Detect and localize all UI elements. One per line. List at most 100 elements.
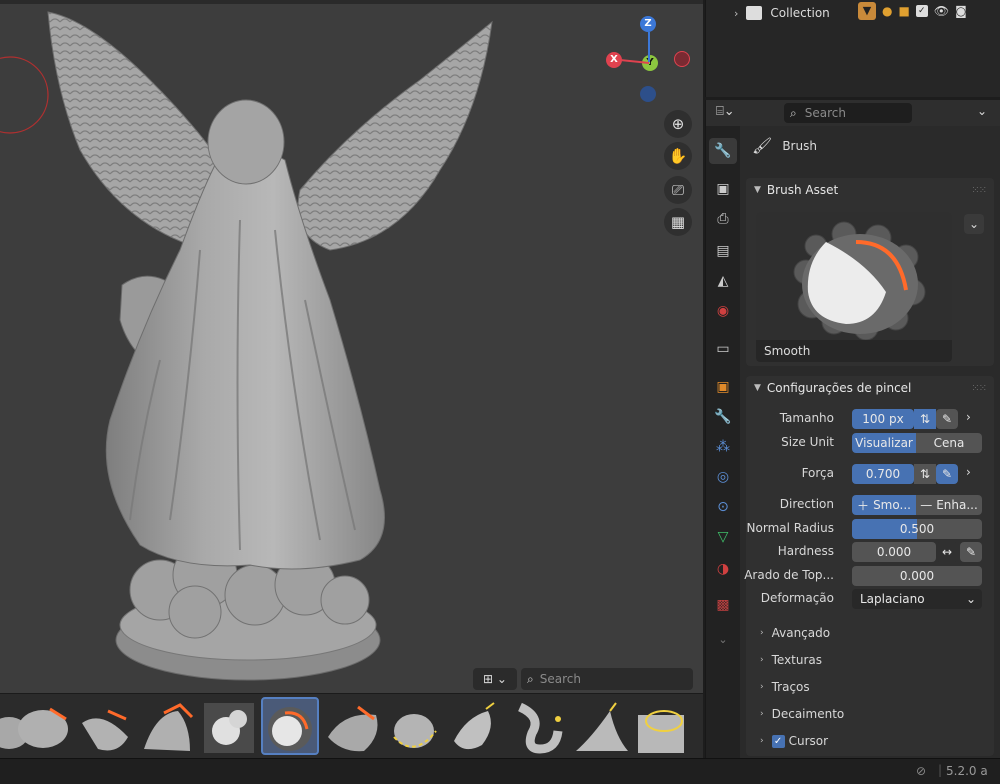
- gizmo-neg-z-axis[interactable]: [640, 86, 656, 102]
- constraints-tab-icon[interactable]: ⊙: [709, 494, 737, 520]
- direction-enhance-option[interactable]: — Enha...: [916, 495, 982, 515]
- drag-handle-icon[interactable]: ⁙⁙: [971, 383, 987, 394]
- brush-thumb-2[interactable]: [14, 697, 72, 755]
- smooth-brush-preview-icon: [756, 212, 952, 341]
- collection-icon: [746, 6, 763, 20]
- forca-label: Força: [801, 466, 834, 480]
- material-tab-icon[interactable]: ◑: [709, 556, 737, 582]
- render-tab-icon[interactable]: ▣: [709, 176, 737, 202]
- arado-field[interactable]: 0.000: [852, 566, 982, 586]
- pen-pressure-icon[interactable]: ✎: [936, 409, 958, 429]
- hand-pan-icon[interactable]: ✋: [664, 142, 692, 170]
- size-unit-label: Size Unit: [781, 435, 834, 449]
- chevron-down-icon[interactable]: ⌄: [964, 214, 984, 234]
- size-unit-scene-option[interactable]: Cena: [916, 433, 982, 453]
- brush-settings-panel-header[interactable]: ▼ Configurações de pincel ⁙⁙: [746, 376, 994, 400]
- brush-section-title: Brush: [782, 138, 817, 153]
- version-label: 5.2.0 a: [946, 764, 988, 778]
- brush-thumb-smooth[interactable]: [261, 697, 319, 755]
- view-layer-tab-icon[interactable]: ▤: [709, 238, 737, 264]
- subpanel-texturas[interactable]: › Texturas: [760, 653, 822, 667]
- camera-view-icon[interactable]: ⎚: [664, 176, 692, 204]
- tamanho-field[interactable]: 100 px: [852, 409, 914, 429]
- properties-editor[interactable]: ⌸⌄ ⌕ Search ⌄ 🔧 ▣ ⎙ ▤ ◭ ◉ ▭ ▣ 🔧 ⁂ ◎ ⊙ ▽ …: [705, 100, 1000, 758]
- pressure-toggle-icon[interactable]: ⇅: [914, 464, 936, 484]
- shelf-display-grid-icon[interactable]: ⊞ ⌄: [473, 668, 517, 690]
- brush-thumb-8[interactable]: [386, 697, 444, 755]
- tool-tab-icon[interactable]: 🔧: [709, 138, 737, 164]
- chevron-right-icon: ›: [760, 736, 764, 746]
- direction-smooth-option[interactable]: ＋ Smo...: [852, 495, 916, 515]
- chevron-down-icon: ▼: [754, 383, 761, 393]
- brush-settings-panel: ▼ Configurações de pincel ⁙⁙ Tamanho 100…: [744, 376, 994, 756]
- chevron-right-icon[interactable]: ›: [734, 7, 738, 20]
- outliner-collection-row[interactable]: › Collection: [734, 4, 830, 22]
- perspective-grid-icon[interactable]: ▦: [664, 208, 692, 236]
- search-icon: ⌕: [790, 105, 797, 120]
- eye-icon[interactable]: 👁: [934, 4, 949, 18]
- data-tab-icon[interactable]: ▽: [709, 524, 737, 550]
- particles-tab-icon[interactable]: ⁂: [709, 434, 737, 460]
- object-tab-icon[interactable]: ▣: [709, 374, 737, 400]
- physics-tab-icon[interactable]: ◎: [709, 464, 737, 490]
- render-camera-icon[interactable]: ◙: [955, 4, 967, 18]
- chevron-right-icon[interactable]: ›: [966, 465, 971, 479]
- outliner-collapse-arrow: [706, 20, 708, 32]
- horizontal-arrows-icon[interactable]: ↔: [936, 542, 958, 562]
- drag-handle-icon[interactable]: ⁙⁙: [971, 185, 987, 196]
- cursor-checkbox[interactable]: ✓: [771, 734, 785, 748]
- brush-asset-shelf[interactable]: [0, 693, 703, 758]
- size-unit-view-option[interactable]: Visualizar: [852, 433, 916, 453]
- normal-radius-field[interactable]: 0.500: [852, 519, 982, 539]
- normal-radius-label: Normal Radius: [746, 521, 834, 535]
- zoom-icon[interactable]: ⊕: [664, 110, 692, 138]
- editor-type-icon[interactable]: ⌸⌄: [716, 104, 746, 122]
- brush-thumb-5[interactable]: [200, 697, 258, 755]
- brush-icon: 🖌: [752, 136, 773, 155]
- angel-statue-model: [0, 11, 493, 681]
- brush-thumb-4[interactable]: [138, 697, 196, 755]
- modifier-tab-icon[interactable]: 🔧: [709, 404, 737, 430]
- deformacao-select[interactable]: Laplaciano ⌄: [852, 589, 982, 609]
- brush-thumb-3[interactable]: [76, 697, 134, 755]
- output-tab-icon[interactable]: ⎙: [709, 206, 737, 232]
- outliner-panel[interactable]: › Collection ▼ ● ■ ✓ 👁 ◙: [705, 0, 1000, 97]
- search-icon: ⌕: [527, 671, 534, 686]
- status-separator: |: [938, 763, 943, 777]
- world-tab-icon[interactable]: ◉: [709, 298, 737, 324]
- collection-label[interactable]: Collection: [770, 6, 829, 20]
- subpanel-tracos[interactable]: › Traços: [760, 680, 810, 694]
- properties-search-input[interactable]: ⌕ Search: [784, 103, 912, 123]
- 3d-viewport[interactable]: Z X Y ⊕ ✋ ⎚ ▦ ⊞ ⌄ ⌕ Search: [0, 0, 703, 758]
- chevron-down-icon[interactable]: ⌄: [972, 104, 992, 122]
- subpanel-decaimento[interactable]: › Decaimento: [760, 707, 844, 721]
- brush-thumb-12[interactable]: [634, 697, 692, 755]
- subpanel-avancado[interactable]: › Avançado: [760, 626, 830, 640]
- pen-pressure-icon[interactable]: ✎: [960, 542, 982, 562]
- brush-section-header: 🖌 Brush: [752, 136, 817, 155]
- scene-tab-icon[interactable]: ◭: [709, 268, 737, 294]
- chevron-down-icon[interactable]: ⌄: [709, 626, 737, 652]
- subpanel-cursor[interactable]: › ✓ Cursor: [760, 734, 828, 748]
- shelf-search-input[interactable]: ⌕ Search: [521, 668, 693, 690]
- brush-cursor-circle: [0, 56, 49, 134]
- collection-tab-icon[interactable]: ▭: [709, 336, 737, 362]
- hardness-label: Hardness: [777, 544, 834, 558]
- pen-pressure-icon[interactable]: ✎: [936, 464, 958, 484]
- checkbox-icon[interactable]: ✓: [915, 5, 928, 17]
- brush-thumb-10[interactable]: [510, 697, 568, 755]
- arado-label: Arado de Top...: [744, 568, 834, 582]
- forca-field[interactable]: 0.700: [852, 464, 914, 484]
- brush-asset-panel-header[interactable]: ▼ Brush Asset ⁙⁙: [746, 178, 994, 202]
- pressure-toggle-icon[interactable]: ⇅: [914, 409, 936, 429]
- brush-thumb-9[interactable]: [448, 697, 506, 755]
- outliner-row-icons: ▼ ● ■ ✓ 👁 ◙: [858, 2, 967, 20]
- filter-funnel-icon[interactable]: ▼: [858, 2, 876, 20]
- brush-thumb-7[interactable]: [324, 697, 382, 755]
- texture-tab-icon[interactable]: ▩: [709, 592, 737, 618]
- network-disabled-icon[interactable]: ⊘: [916, 764, 926, 778]
- brush-preview-card[interactable]: Smooth: [756, 212, 952, 362]
- brush-thumb-11[interactable]: [572, 697, 630, 755]
- chevron-right-icon[interactable]: ›: [966, 410, 971, 424]
- hardness-field[interactable]: 0.000: [852, 542, 936, 562]
